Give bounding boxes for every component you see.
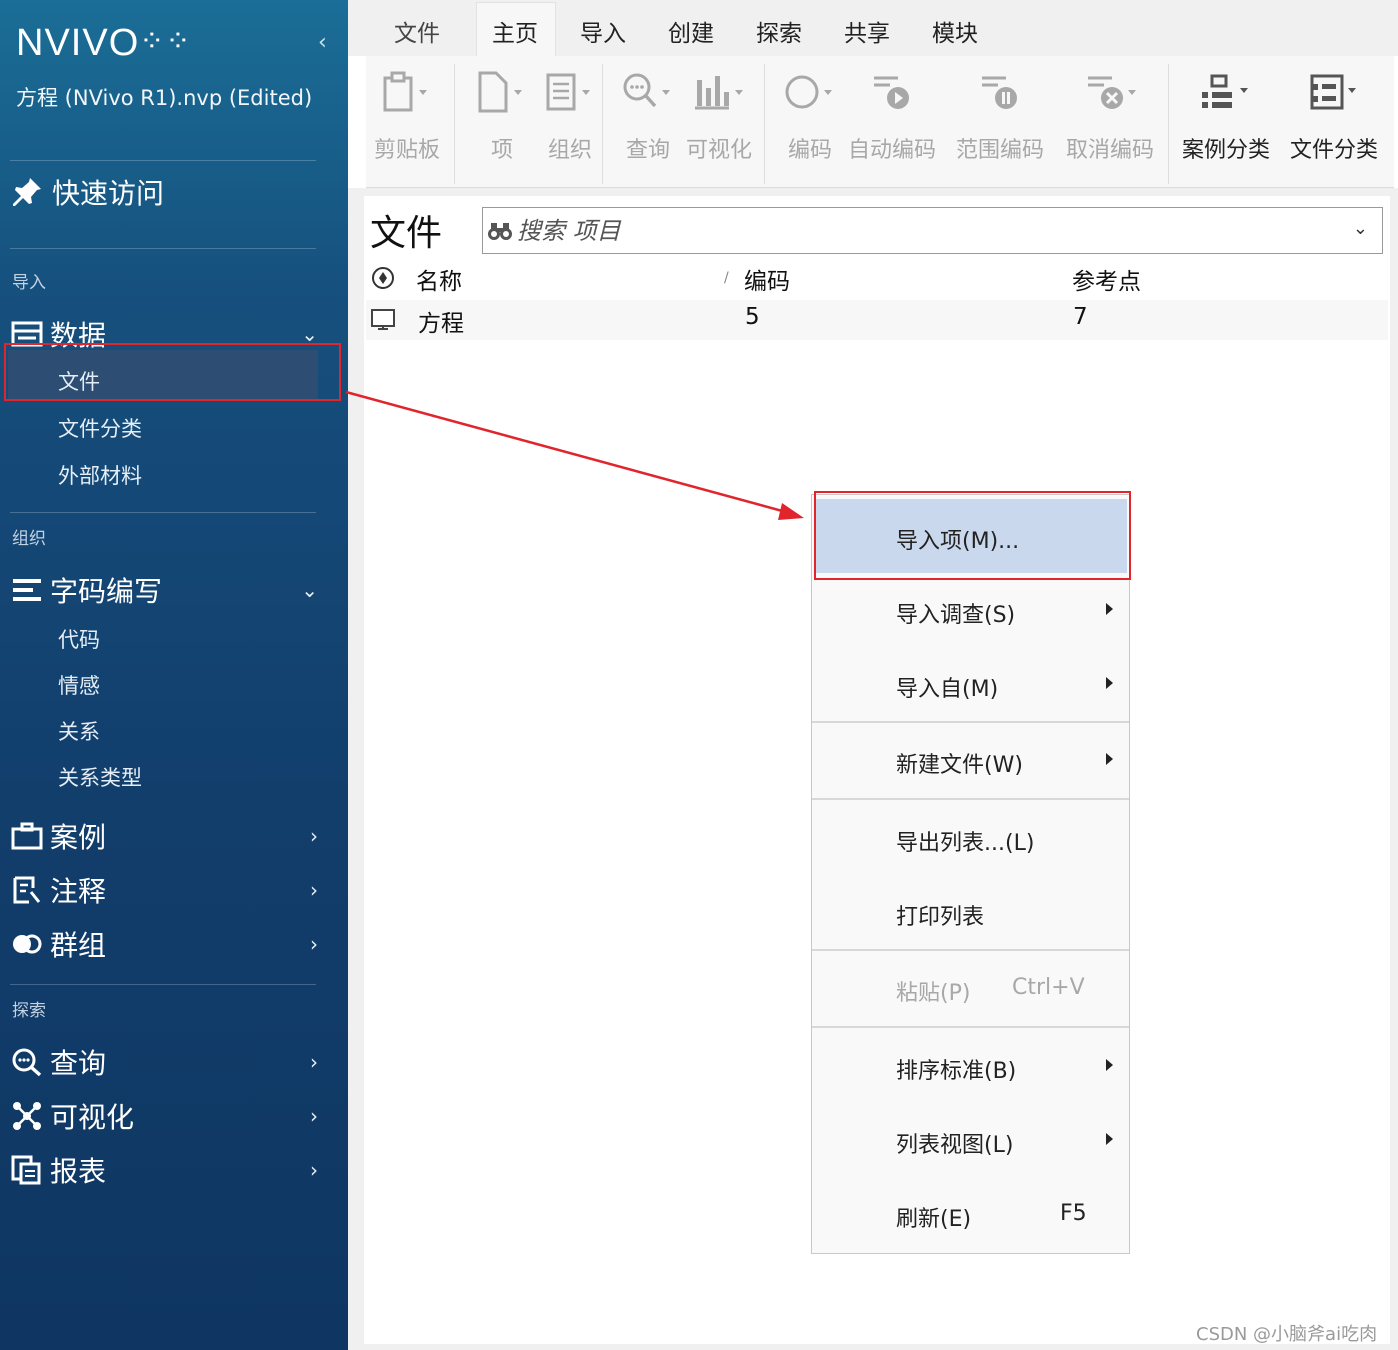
watermark: CSDN @小脑斧ai吃肉 [1196,1324,1378,1345]
annotation-arrow [345,390,804,520]
